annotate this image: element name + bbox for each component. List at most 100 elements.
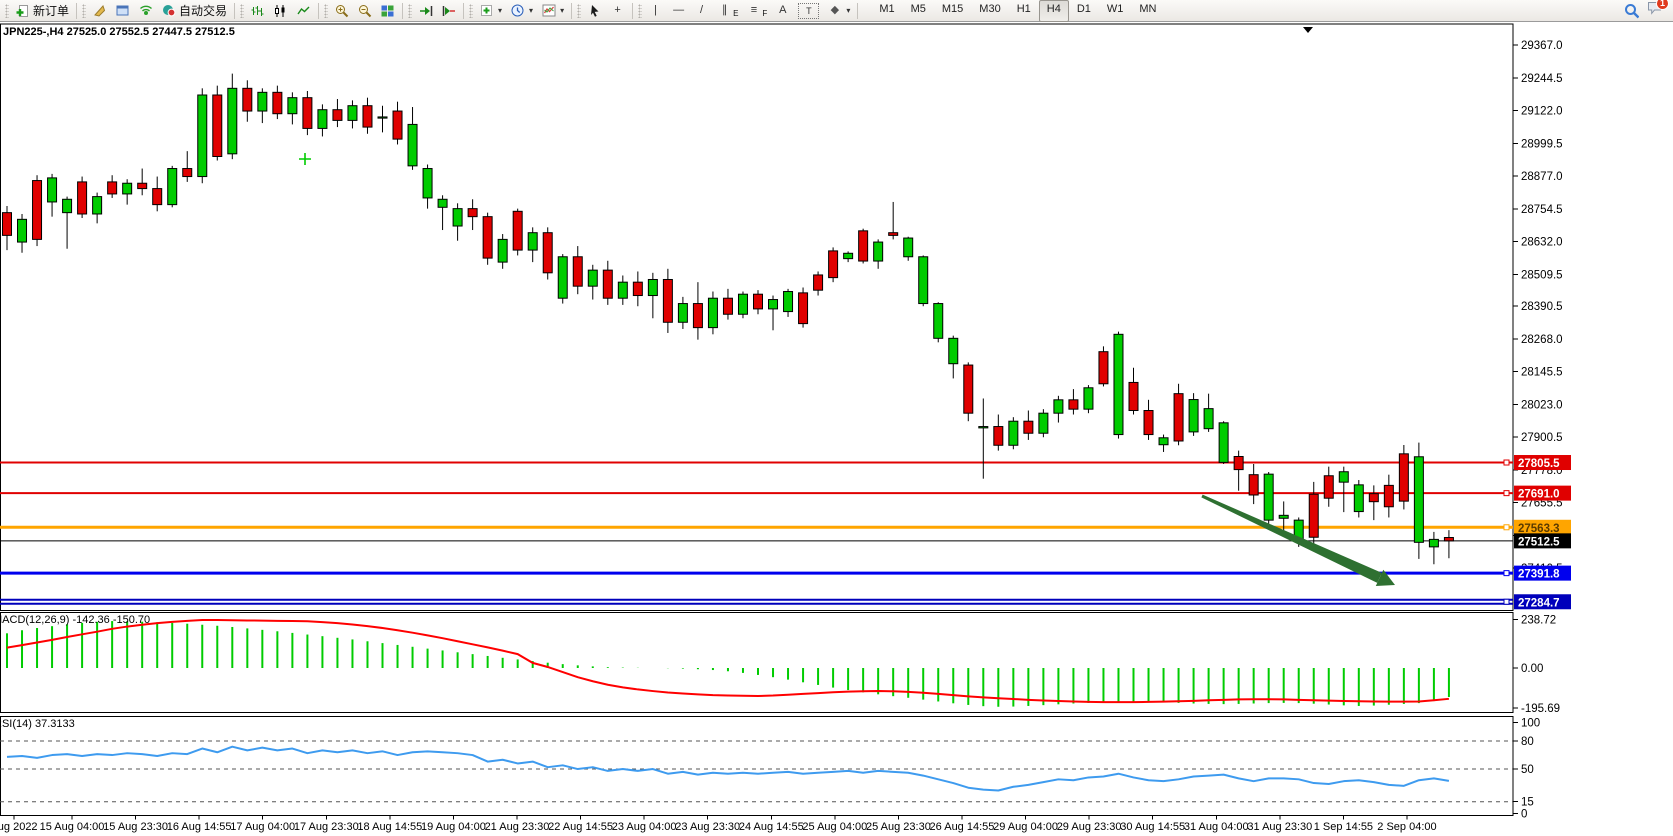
candle-bullish [1429, 539, 1438, 546]
zoom-in-icon[interactable] [330, 1, 353, 21]
candle-bullish [979, 427, 988, 428]
text-icon-glyph: A [775, 4, 790, 18]
fibonacci-icon[interactable]: ≡F [742, 1, 771, 21]
candle-bearish [1249, 475, 1258, 495]
time-axis-label: 23 Aug 23:30 [675, 821, 740, 833]
macd-signal-line [7, 620, 1449, 702]
text-label-icon[interactable]: T [794, 1, 823, 21]
candle-bullish [198, 95, 207, 177]
candle-bullish [919, 257, 928, 304]
vertical-line-icon-glyph: | [648, 4, 663, 18]
bar-chart-icon[interactable] [246, 1, 269, 21]
periods-icon[interactable]: ▾ [506, 1, 537, 21]
templates-icon[interactable]: ▾ [537, 1, 568, 21]
timeframe-h1[interactable]: H1 [1009, 0, 1039, 22]
candle-bearish [723, 298, 732, 314]
candle-bullish [453, 209, 462, 226]
timeframe-m30[interactable]: M30 [971, 0, 1008, 22]
arrows-icon-dropdown[interactable]: ▾ [846, 6, 850, 15]
toolbar-separator [571, 3, 572, 19]
line-endpoint-marker[interactable] [1504, 525, 1509, 530]
price-chip-label: 27284.7 [1518, 597, 1560, 609]
toolbar-group-handle[interactable] [240, 4, 244, 18]
vertical-line-icon[interactable]: | [644, 1, 667, 21]
toolbar-group-handle[interactable] [82, 4, 86, 18]
templates-icon-glyph [541, 4, 556, 18]
candle-bearish [1399, 454, 1408, 501]
candle-bullish [1039, 413, 1048, 433]
candle-bullish [1114, 334, 1123, 434]
timeframe-w1[interactable]: W1 [1099, 0, 1132, 22]
autotrade-button[interactable]: 自动交易 [157, 1, 231, 21]
candle-bearish [333, 110, 342, 121]
candlestick-chart-icon[interactable] [269, 1, 292, 21]
line-chart-icon[interactable] [292, 1, 315, 21]
horizontal-line-icon[interactable]: — [667, 1, 690, 21]
toolbar-separator [632, 3, 633, 19]
tile-windows-icon[interactable] [376, 1, 399, 21]
candle-bullish [408, 124, 417, 165]
text-icon[interactable]: A [771, 1, 794, 21]
time-axis-label: 31 Aug 23:30 [1247, 821, 1312, 833]
price-axis-label: 28023.0 [1521, 399, 1563, 411]
auto-scroll-icon-glyph [418, 4, 433, 18]
cursor-icon[interactable] [583, 1, 606, 21]
signals-icon[interactable] [134, 1, 157, 21]
time-axis-label: 22 Aug 14:55 [548, 821, 613, 833]
candle-bearish [754, 294, 763, 309]
timeframe-group: M1M5M15M30H1H4D1W1MN [871, 0, 1164, 22]
toolbar-group-handle[interactable] [5, 4, 9, 18]
new-order-button[interactable]: 新订单 [11, 1, 73, 21]
panel-frame [1, 717, 1514, 816]
line-endpoint-marker[interactable] [1504, 599, 1509, 604]
timeframe-d1[interactable]: D1 [1069, 0, 1099, 22]
bar-chart-icon-glyph [250, 4, 265, 18]
candle-bullish [438, 199, 447, 207]
timeframe-mn[interactable]: MN [1131, 0, 1164, 22]
candle-bearish [1144, 411, 1153, 435]
timeframe-m5[interactable]: M5 [903, 0, 934, 22]
toolbar-group-handle[interactable] [469, 4, 473, 18]
arrows-icon[interactable]: ◆▾ [823, 1, 854, 21]
timeframe-h4[interactable]: H4 [1039, 0, 1069, 22]
tile-windows-icon-glyph [380, 4, 395, 18]
candle-bearish [693, 304, 702, 328]
candle-bullish [498, 239, 507, 262]
timeframe-m15[interactable]: M15 [934, 0, 971, 22]
toolbar-group-handle[interactable] [324, 4, 328, 18]
crosshair-icon[interactable]: + [606, 1, 629, 21]
channel-icon[interactable]: ∥E [713, 1, 742, 21]
chart-shift-icon[interactable] [437, 1, 460, 21]
new-chart-icon[interactable] [111, 1, 134, 21]
chat-button[interactable]: 1 [1647, 1, 1662, 21]
periods-icon-dropdown[interactable]: ▾ [529, 6, 533, 15]
toolbar-group-handle[interactable] [638, 4, 642, 18]
line-endpoint-marker[interactable] [1504, 491, 1509, 496]
channel-icon-sub: E [733, 9, 738, 18]
candle-bullish [904, 238, 913, 257]
indicators-icon[interactable]: ▾ [475, 1, 506, 21]
candle-bearish [483, 217, 492, 258]
timeframe-m1[interactable]: M1 [871, 0, 902, 22]
auto-scroll-icon[interactable] [414, 1, 437, 21]
scroll-position-triangle-icon[interactable] [1303, 27, 1313, 33]
candle-bearish [3, 213, 12, 236]
search-icon[interactable] [1624, 4, 1639, 18]
trendline-icon[interactable]: / [690, 1, 713, 21]
candle-bullish [1354, 485, 1363, 512]
candle-bullish [18, 219, 27, 242]
chart-shift-icon-glyph [441, 4, 456, 18]
toolbar-group-handle[interactable] [577, 4, 581, 18]
chart-canvas[interactable]: 29367.029244.529122.028999.528877.028754… [0, 0, 1673, 836]
terminal-icon[interactable] [88, 1, 111, 21]
candle-bearish [859, 231, 868, 261]
zoom-out-icon[interactable] [353, 1, 376, 21]
templates-icon-dropdown[interactable]: ▾ [560, 6, 564, 15]
price-axis-label: 28632.0 [1521, 237, 1563, 249]
candle-bearish [543, 233, 552, 273]
line-endpoint-marker[interactable] [1504, 571, 1509, 576]
toolbar-group-handle[interactable] [408, 4, 412, 18]
line-endpoint-marker[interactable] [1504, 460, 1509, 465]
candle-bullish [348, 106, 357, 121]
indicators-icon-dropdown[interactable]: ▾ [498, 6, 502, 15]
